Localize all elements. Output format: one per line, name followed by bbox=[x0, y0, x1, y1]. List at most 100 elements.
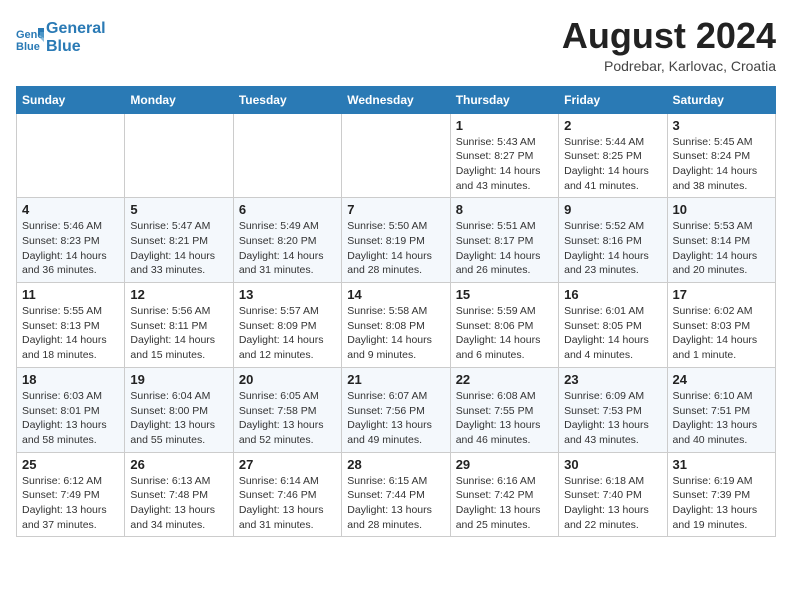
calendar-cell: 5 Sunrise: 5:47 AM Sunset: 8:21 PM Daylig… bbox=[125, 198, 233, 283]
day-number: 14 bbox=[347, 287, 444, 302]
weekday-header: Sunday bbox=[17, 86, 125, 113]
day-number: 31 bbox=[673, 457, 770, 472]
day-info: Sunrise: 5:59 AM Sunset: 8:06 PM Dayligh… bbox=[456, 304, 553, 363]
calendar-cell bbox=[17, 113, 125, 198]
day-info: Sunrise: 6:05 AM Sunset: 7:58 PM Dayligh… bbox=[239, 389, 336, 448]
day-info: Sunrise: 5:51 AM Sunset: 8:17 PM Dayligh… bbox=[456, 219, 553, 278]
calendar-cell: 19Sunrise: 6:04 AM Sunset: 8:00 PM Dayli… bbox=[125, 367, 233, 452]
day-info: Sunrise: 6:08 AM Sunset: 7:55 PM Dayligh… bbox=[456, 389, 553, 448]
calendar-cell bbox=[342, 113, 450, 198]
day-info: Sunrise: 5:49 AM Sunset: 8:20 PM Dayligh… bbox=[239, 219, 336, 278]
calendar-cell: 23 Sunrise: 6:09 AM Sunset: 7:53 PM Dayli… bbox=[559, 367, 667, 452]
calendar-cell: 10 Sunrise: 5:53 AM Sunset: 8:14 PM Dayli… bbox=[667, 198, 775, 283]
day-number: 8 bbox=[456, 202, 553, 217]
calendar-cell: 7 Sunrise: 5:50 AM Sunset: 8:19 PM Daylig… bbox=[342, 198, 450, 283]
logo-line2: Blue bbox=[46, 38, 106, 56]
day-number: 29 bbox=[456, 457, 553, 472]
day-number: 10 bbox=[673, 202, 770, 217]
day-info: Sunrise: 5:44 AM Sunset: 8:25 PM Dayligh… bbox=[564, 135, 661, 194]
logo-icon: General Blue bbox=[16, 24, 44, 52]
calendar-cell: 16 Sunrise: 6:01 AM Sunset: 8:05 PM Dayli… bbox=[559, 283, 667, 368]
day-number: 12 bbox=[130, 287, 227, 302]
day-info: Sunrise: 5:46 AM Sunset: 8:23 PM Dayligh… bbox=[22, 219, 119, 278]
day-number: 18 bbox=[22, 372, 119, 387]
calendar-cell: 26Sunrise: 6:13 AM Sunset: 7:48 PM Dayli… bbox=[125, 452, 233, 537]
day-number: 6 bbox=[239, 202, 336, 217]
day-info: Sunrise: 6:09 AM Sunset: 7:53 PM Dayligh… bbox=[564, 389, 661, 448]
weekday-header: Thursday bbox=[450, 86, 558, 113]
calendar-cell: 22 Sunrise: 6:08 AM Sunset: 7:55 PM Dayli… bbox=[450, 367, 558, 452]
day-number: 24 bbox=[673, 372, 770, 387]
day-info: Sunrise: 5:57 AM Sunset: 8:09 PM Dayligh… bbox=[239, 304, 336, 363]
day-number: 27 bbox=[239, 457, 336, 472]
day-number: 1 bbox=[456, 118, 553, 133]
calendar-cell: 4 Sunrise: 5:46 AM Sunset: 8:23 PM Daylig… bbox=[17, 198, 125, 283]
calendar-cell: 18 Sunrise: 6:03 AM Sunset: 8:01 PM Dayli… bbox=[17, 367, 125, 452]
day-number: 3 bbox=[673, 118, 770, 133]
day-number: 7 bbox=[347, 202, 444, 217]
day-info: Sunrise: 6:07 AM Sunset: 7:56 PM Dayligh… bbox=[347, 389, 444, 448]
day-info: Sunrise: 5:55 AM Sunset: 8:13 PM Dayligh… bbox=[22, 304, 119, 363]
day-info: Sunrise: 6:18 AM Sunset: 7:40 PM Dayligh… bbox=[564, 474, 661, 533]
title-section: August 2024 Podrebar, Karlovac, Croatia bbox=[562, 16, 776, 74]
calendar-cell bbox=[125, 113, 233, 198]
calendar-cell: 31 Sunrise: 6:19 AM Sunset: 7:39 PM Dayli… bbox=[667, 452, 775, 537]
day-info: Sunrise: 6:02 AM Sunset: 8:03 PM Dayligh… bbox=[673, 304, 770, 363]
day-number: 20 bbox=[239, 372, 336, 387]
calendar-week-row: 18 Sunrise: 6:03 AM Sunset: 8:01 PM Dayli… bbox=[17, 367, 776, 452]
calendar-cell: 12 Sunrise: 5:56 AM Sunset: 8:11 PM Dayli… bbox=[125, 283, 233, 368]
day-number: 11 bbox=[22, 287, 119, 302]
calendar-cell: 13 Sunrise: 5:57 AM Sunset: 8:09 PM Dayli… bbox=[233, 283, 341, 368]
day-info: Sunrise: 6:01 AM Sunset: 8:05 PM Dayligh… bbox=[564, 304, 661, 363]
day-info: Sunrise: 5:50 AM Sunset: 8:19 PM Dayligh… bbox=[347, 219, 444, 278]
day-number: 22 bbox=[456, 372, 553, 387]
day-info: Sunrise: 6:04 AM Sunset: 8:00 PM Dayligh… bbox=[130, 389, 227, 448]
calendar-cell: 1 Sunrise: 5:43 AM Sunset: 8:27 PM Daylig… bbox=[450, 113, 558, 198]
day-number: 5 bbox=[130, 202, 227, 217]
calendar-cell: 2Sunrise: 5:44 AM Sunset: 8:25 PM Daylig… bbox=[559, 113, 667, 198]
calendar-cell bbox=[233, 113, 341, 198]
calendar-cell: 24 Sunrise: 6:10 AM Sunset: 7:51 PM Dayli… bbox=[667, 367, 775, 452]
calendar-week-row: 25Sunrise: 6:12 AM Sunset: 7:49 PM Dayli… bbox=[17, 452, 776, 537]
weekday-header: Tuesday bbox=[233, 86, 341, 113]
logo: General Blue General Blue bbox=[16, 20, 106, 55]
day-info: Sunrise: 5:56 AM Sunset: 8:11 PM Dayligh… bbox=[130, 304, 227, 363]
calendar-cell: 11 Sunrise: 5:55 AM Sunset: 8:13 PM Dayli… bbox=[17, 283, 125, 368]
day-number: 13 bbox=[239, 287, 336, 302]
day-number: 4 bbox=[22, 202, 119, 217]
weekday-header: Friday bbox=[559, 86, 667, 113]
day-number: 25 bbox=[22, 457, 119, 472]
calendar-week-row: 1 Sunrise: 5:43 AM Sunset: 8:27 PM Daylig… bbox=[17, 113, 776, 198]
day-info: Sunrise: 5:52 AM Sunset: 8:16 PM Dayligh… bbox=[564, 219, 661, 278]
day-number: 15 bbox=[456, 287, 553, 302]
day-info: Sunrise: 5:47 AM Sunset: 8:21 PM Dayligh… bbox=[130, 219, 227, 278]
weekday-header: Saturday bbox=[667, 86, 775, 113]
day-info: Sunrise: 6:03 AM Sunset: 8:01 PM Dayligh… bbox=[22, 389, 119, 448]
calendar-cell: 30Sunrise: 6:18 AM Sunset: 7:40 PM Dayli… bbox=[559, 452, 667, 537]
weekday-header-row: SundayMondayTuesdayWednesdayThursdayFrid… bbox=[17, 86, 776, 113]
calendar-cell: 15 Sunrise: 5:59 AM Sunset: 8:06 PM Dayli… bbox=[450, 283, 558, 368]
day-info: Sunrise: 5:43 AM Sunset: 8:27 PM Dayligh… bbox=[456, 135, 553, 194]
calendar-cell: 27 Sunrise: 6:14 AM Sunset: 7:46 PM Dayli… bbox=[233, 452, 341, 537]
day-info: Sunrise: 5:53 AM Sunset: 8:14 PM Dayligh… bbox=[673, 219, 770, 278]
day-number: 21 bbox=[347, 372, 444, 387]
day-info: Sunrise: 5:45 AM Sunset: 8:24 PM Dayligh… bbox=[673, 135, 770, 194]
day-number: 23 bbox=[564, 372, 661, 387]
day-number: 9 bbox=[564, 202, 661, 217]
calendar-cell: 14 Sunrise: 5:58 AM Sunset: 8:08 PM Dayli… bbox=[342, 283, 450, 368]
calendar-cell: 20 Sunrise: 6:05 AM Sunset: 7:58 PM Dayli… bbox=[233, 367, 341, 452]
day-info: Sunrise: 5:58 AM Sunset: 8:08 PM Dayligh… bbox=[347, 304, 444, 363]
weekday-header: Wednesday bbox=[342, 86, 450, 113]
day-number: 16 bbox=[564, 287, 661, 302]
day-info: Sunrise: 6:14 AM Sunset: 7:46 PM Dayligh… bbox=[239, 474, 336, 533]
page-header: General Blue General Blue August 2024 Po… bbox=[16, 16, 776, 74]
calendar-table: SundayMondayTuesdayWednesdayThursdayFrid… bbox=[16, 86, 776, 538]
calendar-cell: 21 Sunrise: 6:07 AM Sunset: 7:56 PM Dayli… bbox=[342, 367, 450, 452]
day-info: Sunrise: 6:19 AM Sunset: 7:39 PM Dayligh… bbox=[673, 474, 770, 533]
day-info: Sunrise: 6:10 AM Sunset: 7:51 PM Dayligh… bbox=[673, 389, 770, 448]
svg-text:Blue: Blue bbox=[16, 41, 40, 52]
calendar-week-row: 4 Sunrise: 5:46 AM Sunset: 8:23 PM Daylig… bbox=[17, 198, 776, 283]
calendar-cell: 17 Sunrise: 6:02 AM Sunset: 8:03 PM Dayli… bbox=[667, 283, 775, 368]
month-year: August 2024 bbox=[562, 16, 776, 56]
day-number: 17 bbox=[673, 287, 770, 302]
